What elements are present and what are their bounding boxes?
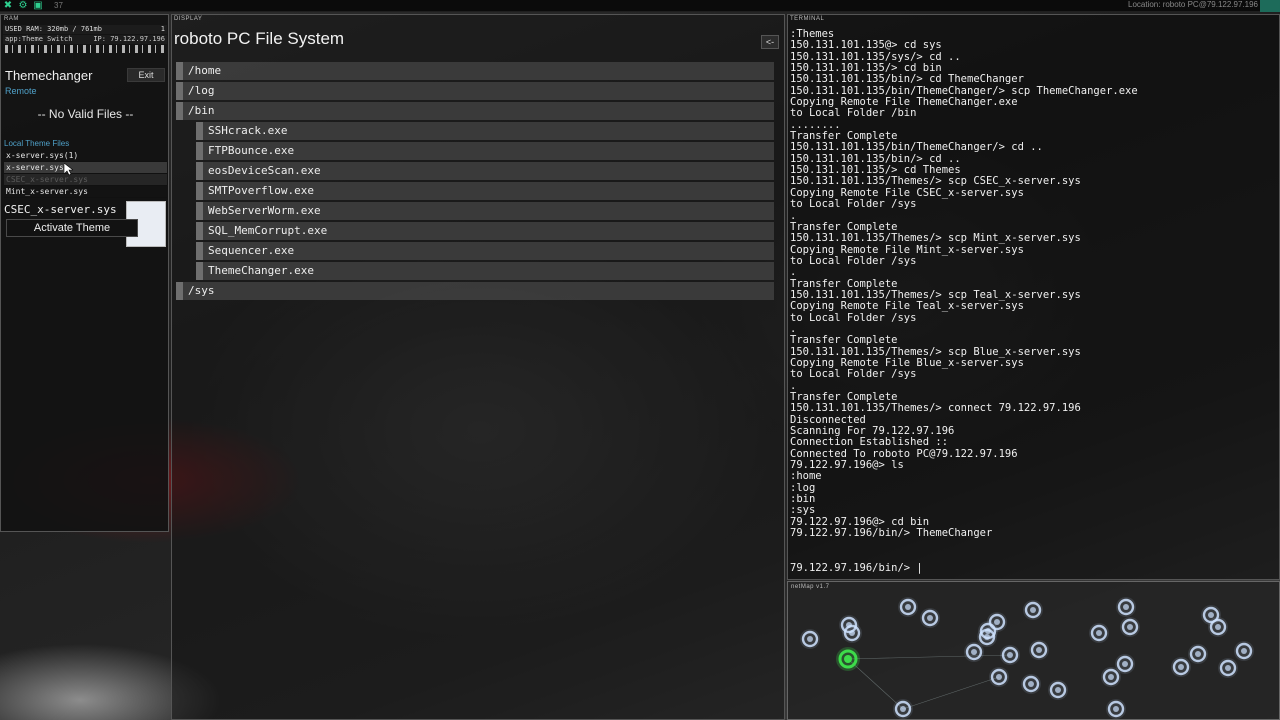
activate-theme-button[interactable]: Activate Theme: [6, 219, 138, 237]
network-node-icon[interactable]: [978, 621, 998, 641]
network-node-icon[interactable]: [920, 608, 940, 628]
terminal-output: :Themes 150.131.101.135@> cd sys 150.131.1…: [790, 28, 1276, 540]
app-name: app:Theme Switch: [5, 35, 73, 43]
network-node-icon[interactable]: [1171, 657, 1191, 677]
network-node-icon[interactable]: [898, 597, 918, 617]
list-item[interactable]: Mint_x-server.sys: [4, 186, 167, 198]
network-node-icon[interactable]: [1101, 667, 1121, 687]
network-node-icon[interactable]: [842, 623, 862, 643]
network-node-icon[interactable]: [1120, 617, 1140, 637]
gear-icon[interactable]: ⚙: [18, 1, 28, 11]
top-bar: ✖ ⚙ ▣ 37 Location: roboto PC@79.122.97.1…: [0, 0, 1280, 12]
list-item[interactable]: CSEC_x-server.sys: [4, 174, 167, 186]
terminal-line: 150.131.101.135/Themes/> connect 79.122.…: [790, 402, 1081, 415]
netmap-link: [847, 654, 1011, 660]
folder-log[interactable]: /log: [176, 82, 774, 100]
terminal-line: 79.122.97.196@> ls: [790, 459, 904, 472]
ram-usage-row: USED RAM: 320mb / 761mb 1: [3, 25, 167, 34]
no-valid-files-text: -- No Valid Files --: [37, 107, 134, 121]
terminal-panel[interactable]: TERMINAL :Themes 150.131.101.135@> cd sys…: [787, 14, 1280, 580]
themechanger-title: Themechanger: [5, 68, 93, 83]
ram-panel: RAM USED RAM: 320mb / 761mb 1 app:Theme …: [0, 14, 169, 532]
folder-home[interactable]: /home: [176, 62, 774, 80]
file-sequencer[interactable]: Sequencer.exe: [196, 242, 774, 260]
location-accent: [1260, 0, 1280, 12]
file-tree: /home /log /bin SSHcrack.exe FTPBounce.e…: [176, 62, 774, 302]
terminal-line: to Local Folder /sys: [790, 368, 917, 381]
netmap-links: [847, 654, 1011, 710]
network-node-icon[interactable]: [1106, 699, 1126, 719]
network-node-icon[interactable]: [1023, 600, 1043, 620]
file-sshcrack[interactable]: SSHcrack.exe: [196, 122, 774, 140]
list-item[interactable]: x-server.sys: [4, 162, 167, 174]
terminal-line: Copying Remote File Teal_x-server.sys: [790, 300, 1024, 313]
network-node-icon[interactable]: [1000, 645, 1020, 665]
file-ftpbounce[interactable]: FTPBounce.exe: [196, 142, 774, 160]
file-themechanger[interactable]: ThemeChanger.exe: [196, 262, 774, 280]
exit-button[interactable]: Exit: [127, 68, 165, 82]
terminal-line: 150.131.101.135@> cd sys: [790, 39, 942, 52]
terminal-line: 79.122.97.196/bin/> ThemeChanger: [790, 527, 993, 540]
local-theme-files-label: Local Theme Files: [4, 139, 70, 148]
netmap-panel: netMap v1.7: [787, 581, 1280, 720]
remote-label: Remote: [5, 86, 37, 96]
mouse-cursor-icon: [64, 163, 73, 176]
terminal-line: to Local Folder /sys: [790, 311, 917, 324]
network-node-icon[interactable]: [1029, 640, 1049, 660]
topbar-count: 37: [54, 1, 63, 10]
local-file-list: x-server.sys(1) x-server.sys CSEC_x-serv…: [4, 150, 167, 198]
terminal-line: .: [790, 266, 797, 279]
location-label: Location: roboto PC@79.122.97.196: [1128, 0, 1258, 9]
list-item[interactable]: x-server.sys(1): [4, 150, 167, 162]
selected-theme-name: CSEC_x-server.sys: [4, 203, 117, 216]
page-title: roboto PC File System: [174, 29, 345, 48]
current-node-icon[interactable]: [836, 647, 860, 671]
display-label: DISPLAY: [174, 16, 203, 22]
back-button[interactable]: <-: [761, 35, 779, 49]
close-icon[interactable]: ✖: [3, 1, 13, 11]
terminal-line: :log: [790, 481, 816, 494]
network-node-icon[interactable]: [1048, 680, 1068, 700]
app-row[interactable]: app:Theme Switch IP: 79.122.97.196: [3, 35, 167, 44]
file-smtpoverflow[interactable]: SMTPoverflow.exe: [196, 182, 774, 200]
terminal-line: to Local Folder /sys: [790, 254, 917, 267]
folder-sys[interactable]: /sys: [176, 282, 774, 300]
file-webserverworm[interactable]: WebServerWorm.exe: [196, 202, 774, 220]
netmap-link: [902, 676, 1000, 710]
ram-bar-visual: [5, 45, 165, 53]
terminal-line: :home: [790, 470, 822, 483]
network-node-icon[interactable]: [1021, 674, 1041, 694]
network-node-icon[interactable]: [989, 667, 1009, 687]
network-node-icon[interactable]: [1116, 597, 1136, 617]
folder-bin[interactable]: /bin: [176, 102, 774, 120]
network-node-icon[interactable]: [1234, 641, 1254, 661]
netmap-graph[interactable]: [788, 582, 1280, 720]
display-panel: DISPLAY roboto PC File System <- /home /…: [171, 14, 785, 720]
network-node-icon[interactable]: [1188, 644, 1208, 664]
terminal-line: 150.131.101.135/Themes/> scp Mint_x-serv…: [790, 232, 1081, 245]
terminal-label: TERMINAL: [790, 16, 825, 22]
terminal-line: Transfer Complete: [790, 334, 898, 347]
network-node-icon[interactable]: [1218, 658, 1238, 678]
file-sql-memcorrupt[interactable]: SQL_MemCorrupt.exe: [196, 222, 774, 240]
file-eosdevicescan[interactable]: eosDeviceScan.exe: [196, 162, 774, 180]
network-node-icon[interactable]: [893, 699, 913, 719]
network-node-icon[interactable]: [1089, 623, 1109, 643]
ram-label: RAM: [4, 16, 19, 22]
terminal-line: to Local Folder /bin: [790, 107, 917, 120]
network-node-icon[interactable]: [800, 629, 820, 649]
network-node-icon[interactable]: [1208, 617, 1228, 637]
app-ip: IP: 79.122.97.196: [93, 35, 165, 43]
terminal-line: :bin: [790, 493, 816, 506]
process-count: 1: [160, 25, 165, 33]
folder-icon[interactable]: ▣: [33, 1, 43, 11]
terminal-line: to Local Folder /sys: [790, 198, 917, 211]
ram-used: USED RAM: 320mb / 761mb: [5, 25, 102, 33]
terminal-input[interactable]: 79.122.97.196/bin/> |: [790, 562, 923, 574]
